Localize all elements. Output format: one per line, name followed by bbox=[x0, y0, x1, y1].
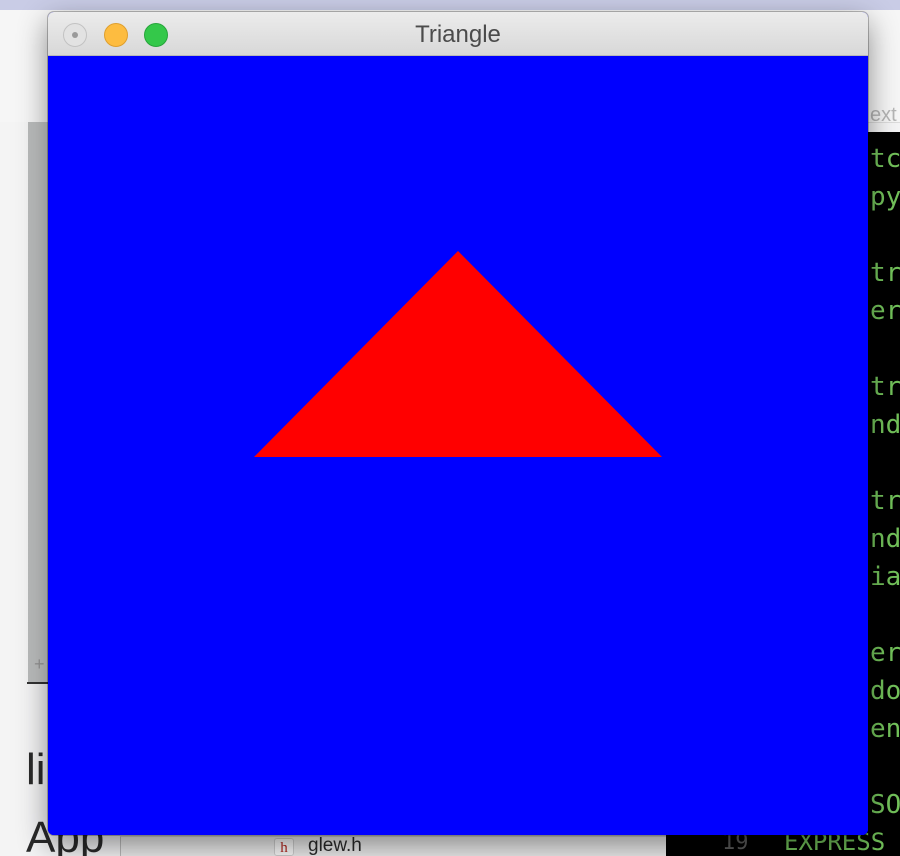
background-divider bbox=[27, 682, 48, 684]
triangle-window[interactable]: Triangle bbox=[48, 12, 868, 835]
terminal-line: tc bbox=[870, 144, 900, 174]
terminal-line: nd bbox=[870, 410, 900, 440]
triangle-render bbox=[48, 56, 868, 835]
background-heading-text: li bbox=[26, 745, 46, 794]
terminal-line: tr bbox=[870, 258, 900, 288]
window-title: Triangle bbox=[415, 21, 501, 48]
terminal-line: er bbox=[870, 296, 900, 326]
terminal-line: do bbox=[870, 676, 900, 706]
terminal-line: er bbox=[870, 638, 900, 668]
desktop: ext + li App h glew.h tcpytrertrndtrndia… bbox=[0, 0, 900, 856]
opengl-canvas[interactable] bbox=[48, 56, 868, 835]
terminal-line: tr bbox=[870, 486, 900, 516]
terminal-line: nd bbox=[870, 524, 900, 554]
terminal-line: py bbox=[870, 182, 900, 212]
terminal-line: tr bbox=[870, 372, 900, 402]
terminal-line: ia bbox=[870, 562, 900, 592]
window-titlebar[interactable]: Triangle bbox=[48, 12, 868, 56]
background-left-panel bbox=[28, 122, 48, 682]
header-file-icon: h bbox=[274, 838, 294, 856]
background-file-list bbox=[120, 836, 667, 856]
background-header-hint: ext bbox=[870, 104, 897, 126]
file-name-glew[interactable]: glew.h bbox=[308, 835, 362, 856]
terminal-line: en bbox=[870, 714, 900, 744]
background-left-gutter bbox=[0, 122, 28, 856]
terminal-line: SO bbox=[870, 790, 900, 820]
add-icon[interactable]: + bbox=[34, 654, 45, 675]
